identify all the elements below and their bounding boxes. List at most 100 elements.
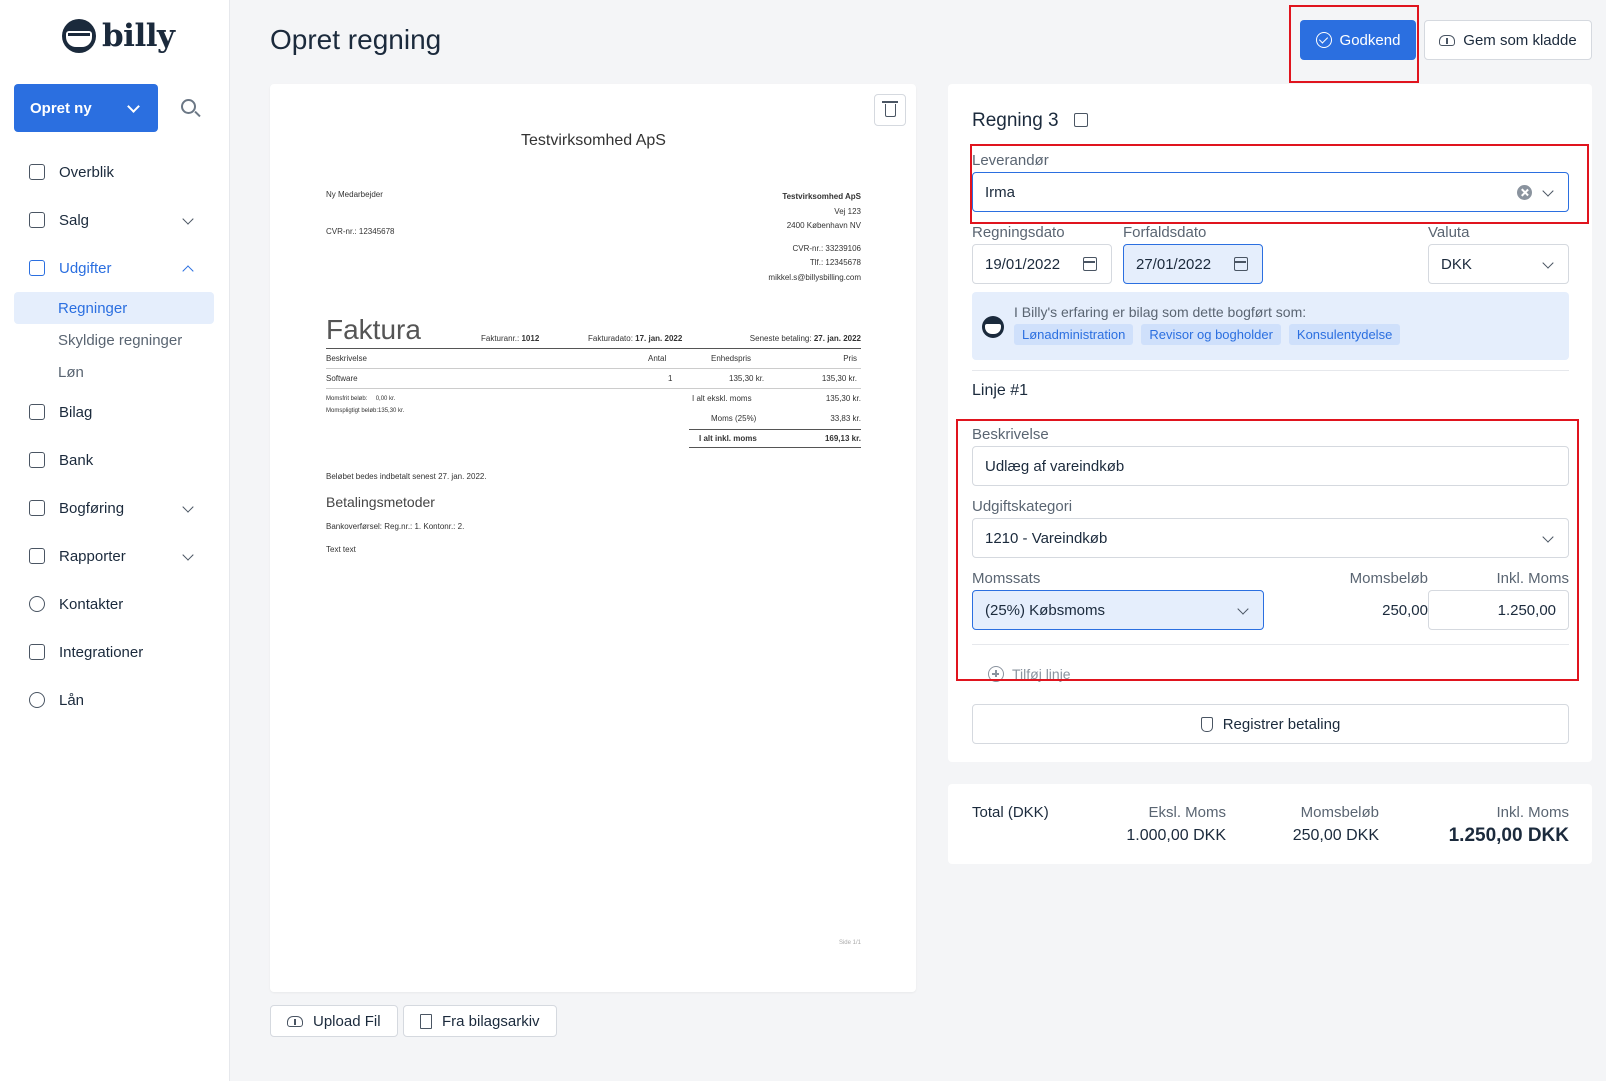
sidebar-item-label: Rapporter xyxy=(59,547,126,565)
search-icon[interactable] xyxy=(181,99,196,114)
suggestion-tag[interactable]: Konsulentydelse xyxy=(1288,324,1401,345)
billy-mascot-icon xyxy=(62,19,96,53)
sidebar-item-rapporter[interactable]: Rapporter xyxy=(14,532,214,580)
doc-small-label: Momsfrit beløb: xyxy=(326,396,368,402)
due-date-label: Forfaldsdato xyxy=(1123,224,1207,241)
bank-icon xyxy=(29,452,45,468)
doc-col-header: Pris xyxy=(843,354,857,363)
suggestion-text: I Billy's erfaring er bilag som dette bo… xyxy=(1014,304,1307,320)
highlight-box xyxy=(956,419,1579,681)
bill-title: Regning 3 xyxy=(972,110,1059,131)
upload-file-button[interactable]: Upload Fil xyxy=(270,1005,398,1037)
chevron-up-icon xyxy=(182,265,194,277)
chevron-down-icon xyxy=(182,501,194,513)
bill-date-field[interactable]: 19/01/2022 xyxy=(972,244,1112,284)
create-new-button[interactable]: Opret ny xyxy=(14,84,158,132)
from-archive-button[interactable]: Fra bilagsarkiv xyxy=(403,1005,557,1037)
currency-select[interactable]: DKK xyxy=(1428,244,1569,284)
highlight-box xyxy=(1289,5,1419,83)
doc-small-value: 0,00 kr. xyxy=(375,396,396,402)
total-label: Total (DKK) xyxy=(972,804,1049,821)
sidebar-item-label: Bank xyxy=(59,451,94,469)
sidebar-item-lan[interactable]: Lån xyxy=(14,676,214,724)
total-vat-value: 250,00 DKK xyxy=(1292,827,1379,844)
calculator-icon xyxy=(29,500,45,516)
sidebar-item-bogforing[interactable]: Bogføring xyxy=(14,484,214,532)
sidebar-item-salg[interactable]: Salg xyxy=(14,196,214,244)
doc-vat-label: Moms (25%) xyxy=(711,414,757,423)
sidebar-item-label: Bogføring xyxy=(59,499,125,517)
register-payment-button[interactable]: Registrer betaling xyxy=(972,704,1569,744)
dashboard-icon xyxy=(29,164,45,180)
suggestion-box: I Billy's erfaring er bilag som dette bo… xyxy=(972,292,1569,360)
sidebar-item-udgifter[interactable]: Udgifter xyxy=(14,244,214,292)
sidebar-item-kontakter[interactable]: Kontakter xyxy=(14,580,214,628)
doc-rule xyxy=(689,447,861,448)
doc-heading: Faktura xyxy=(326,314,421,345)
sidebar-item-bilag[interactable]: Bilag xyxy=(14,388,214,436)
doc-col-header: Antal xyxy=(648,354,667,363)
sidebar-subitem-regninger[interactable]: Regninger xyxy=(14,292,214,324)
doc-extra-text: Text text xyxy=(326,545,356,554)
sidebar-item-bank[interactable]: Bank xyxy=(14,436,214,484)
doc-row-qty: 1 xyxy=(668,374,673,383)
doc-row-price: 135,30 kr. xyxy=(821,374,857,383)
doc-sender: Testvirksomhed ApS Vej 123 2400 Københav… xyxy=(768,190,861,285)
sidebar-item-label: Bilag xyxy=(59,403,93,421)
billy-mascot-icon xyxy=(982,316,1004,338)
due-date-field[interactable]: 27/01/2022 xyxy=(1123,244,1263,284)
doc-rule xyxy=(326,388,861,389)
sidebar-subitem-skyldige-regninger[interactable]: Skyldige regninger xyxy=(14,324,214,356)
sales-icon xyxy=(29,212,45,228)
bill-date-value: 19/01/2022 xyxy=(985,255,1061,273)
chevron-down-icon xyxy=(1542,257,1554,269)
currency-value: DKK xyxy=(1441,255,1472,273)
create-new-label: Opret ny xyxy=(30,99,92,117)
suggestion-tag[interactable]: Lønadministration xyxy=(1014,324,1134,345)
divider xyxy=(972,370,1569,371)
doc-sender-line: CVR-nr.: 33239106 xyxy=(792,243,862,253)
money-bag-icon xyxy=(1200,716,1213,732)
sidebar-item-integrationer[interactable]: Integrationer xyxy=(14,628,214,676)
edit-icon[interactable] xyxy=(1074,113,1088,127)
trash-icon xyxy=(882,101,898,117)
sidebar-item-overblik[interactable]: Overblik xyxy=(14,148,214,196)
save-draft-button[interactable]: Gem som kladde xyxy=(1424,20,1592,60)
doc-due-date: Seneste betaling: 27. jan. 2022 xyxy=(750,334,861,343)
sidebar-nav: Overblik Salg Udgifter Regninger Skyldig… xyxy=(14,148,214,724)
doc-row-desc: Software xyxy=(326,374,358,383)
doc-vat-free: Momsfrit beløb: 0,00 kr. xyxy=(326,396,395,402)
currency-label: Valuta xyxy=(1428,224,1470,241)
save-draft-label: Gem som kladde xyxy=(1463,31,1577,49)
doc-sender-spacer xyxy=(768,234,861,242)
doc-meta-label: Seneste betaling: xyxy=(749,334,812,343)
line-title: Linje #1 xyxy=(972,382,1029,399)
calendar-icon xyxy=(1083,257,1097,271)
contacts-icon xyxy=(29,596,45,612)
upload-file-label: Upload Fil xyxy=(313,1012,381,1030)
sidebar: billy Opret ny Overblik Salg Udgifter Re… xyxy=(0,0,230,1081)
billy-logo[interactable]: billy xyxy=(62,18,175,54)
document-icon xyxy=(420,1013,432,1029)
total-excl-value: 1.000,00 DKK xyxy=(1126,827,1226,844)
sidebar-subitem-lon[interactable]: Løn xyxy=(14,356,214,388)
doc-meta-label: Fakturanr.: xyxy=(481,334,520,343)
cloud-upload-icon xyxy=(1439,34,1456,46)
doc-small-label: Momspligtigt beløb: xyxy=(326,408,379,414)
doc-sum-incl-label: I alt inkl. moms xyxy=(699,434,757,443)
doc-meta-value: 17. jan. 2022 xyxy=(635,334,683,343)
doc-methods-line: Bankoverførsel: Reg.nr.: 1. Kontonr.: 2. xyxy=(326,522,465,531)
total-incl-value: 1.250,00 DKK xyxy=(1448,825,1569,846)
chevron-down-icon xyxy=(182,213,194,225)
total-excl-label: Eksl. Moms xyxy=(1148,804,1226,821)
sidebar-item-label: Integrationer xyxy=(59,643,144,661)
delete-button[interactable] xyxy=(874,94,906,126)
doc-sender-line: 2400 København NV xyxy=(786,221,861,230)
sidebar-item-label: Overblik xyxy=(59,163,115,181)
doc-sender-line: Testvirksomhed ApS xyxy=(782,192,861,201)
sidebar-item-label: Salg xyxy=(59,211,90,229)
doc-rule xyxy=(326,348,861,349)
doc-col-header: Enhedspris xyxy=(711,354,752,363)
doc-meta-value: 27. jan. 2022 xyxy=(813,334,861,343)
suggestion-tag[interactable]: Revisor og bogholder xyxy=(1141,324,1281,345)
